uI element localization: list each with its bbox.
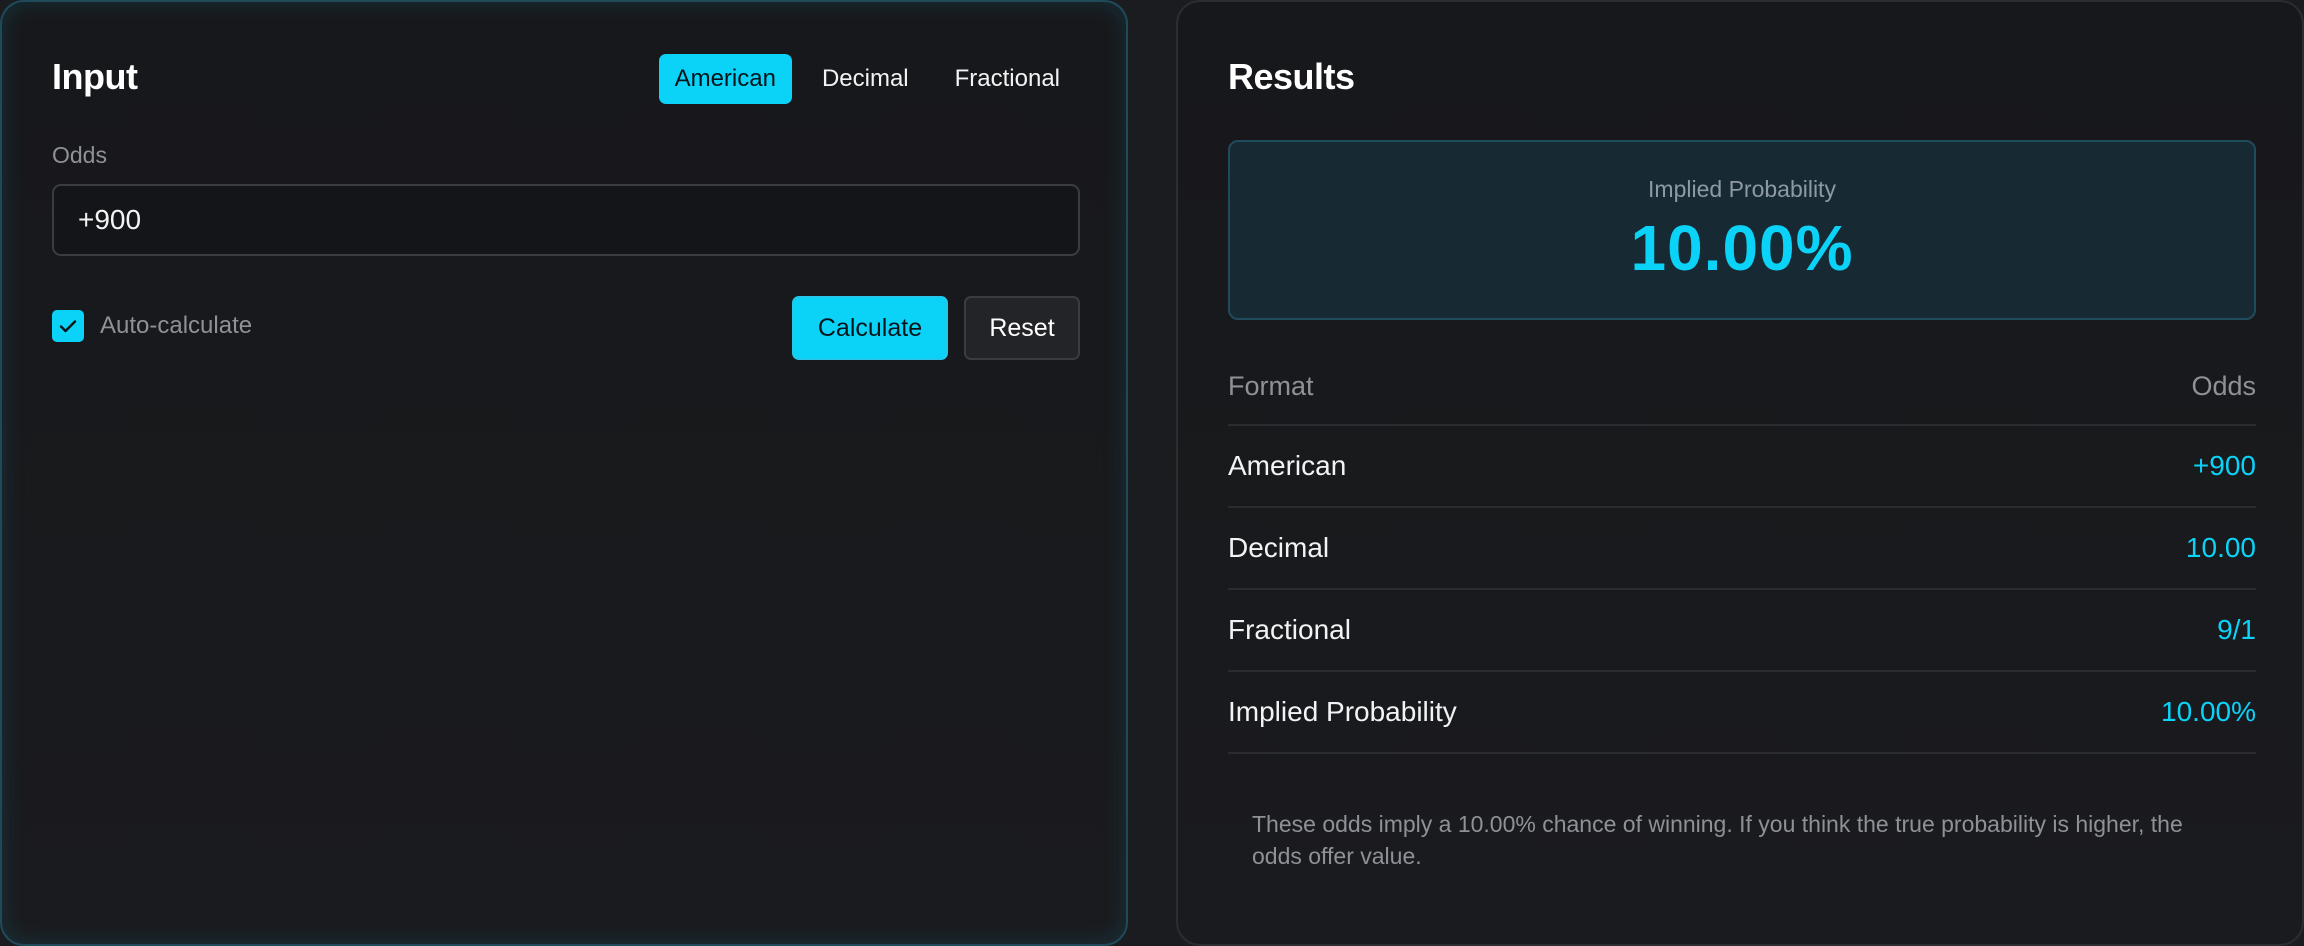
tab-american[interactable]: American	[658, 54, 792, 104]
table-row: American +900	[1228, 426, 2256, 508]
odds-label: Odds	[52, 142, 107, 168]
table-header: Format Odds	[1228, 348, 2256, 426]
row-format: Implied Probability	[1228, 696, 1457, 727]
row-format: American	[1228, 450, 1347, 481]
table-row: Fractional 9/1	[1228, 590, 2256, 672]
implied-probability-card: Implied Probability 10.00%	[1228, 140, 2256, 320]
odds-format-tabs: American Decimal Fractional	[658, 54, 1076, 104]
calculate-button[interactable]: Calculate	[792, 296, 948, 360]
input-panel: Input American Decimal Fractional Odds A…	[0, 0, 1128, 946]
auto-calculate-label: Auto-calculate	[100, 312, 253, 339]
results-panel: Results Implied Probability 10.00% Forma…	[1176, 0, 2304, 946]
checkmark-icon	[59, 320, 77, 333]
input-panel-title: Input	[52, 56, 138, 97]
table-row: Implied Probability 10.00%	[1228, 672, 2256, 754]
value-note: These odds imply a 10.00% chance of winn…	[1252, 811, 2183, 869]
odds-input[interactable]	[52, 184, 1080, 256]
results-panel-title: Results	[1228, 56, 1355, 97]
implied-probability-value: 10.00%	[1630, 212, 1854, 284]
tab-fractional[interactable]: Fractional	[939, 54, 1076, 104]
column-header-odds: Odds	[2191, 370, 2256, 401]
row-odds: 10.00%	[2161, 696, 2256, 727]
reset-button[interactable]: Reset	[964, 296, 1080, 360]
row-odds: +900	[2192, 450, 2256, 481]
row-odds: 10.00	[2185, 532, 2256, 563]
auto-calculate-row: Auto-calculate	[52, 310, 252, 342]
tab-decimal[interactable]: Decimal	[806, 54, 925, 104]
row-format: Decimal	[1228, 532, 1330, 563]
odds-conversion-table: Format Odds American +900 Decimal 10.00 …	[1228, 348, 2256, 754]
auto-calculate-checkbox[interactable]	[52, 310, 84, 342]
row-format: Fractional	[1228, 614, 1351, 645]
row-odds: 9/1	[2217, 614, 2256, 645]
column-header-format: Format	[1228, 370, 1314, 401]
table-row: Decimal 10.00	[1228, 508, 2256, 590]
implied-probability-label: Implied Probability	[1648, 176, 1836, 202]
